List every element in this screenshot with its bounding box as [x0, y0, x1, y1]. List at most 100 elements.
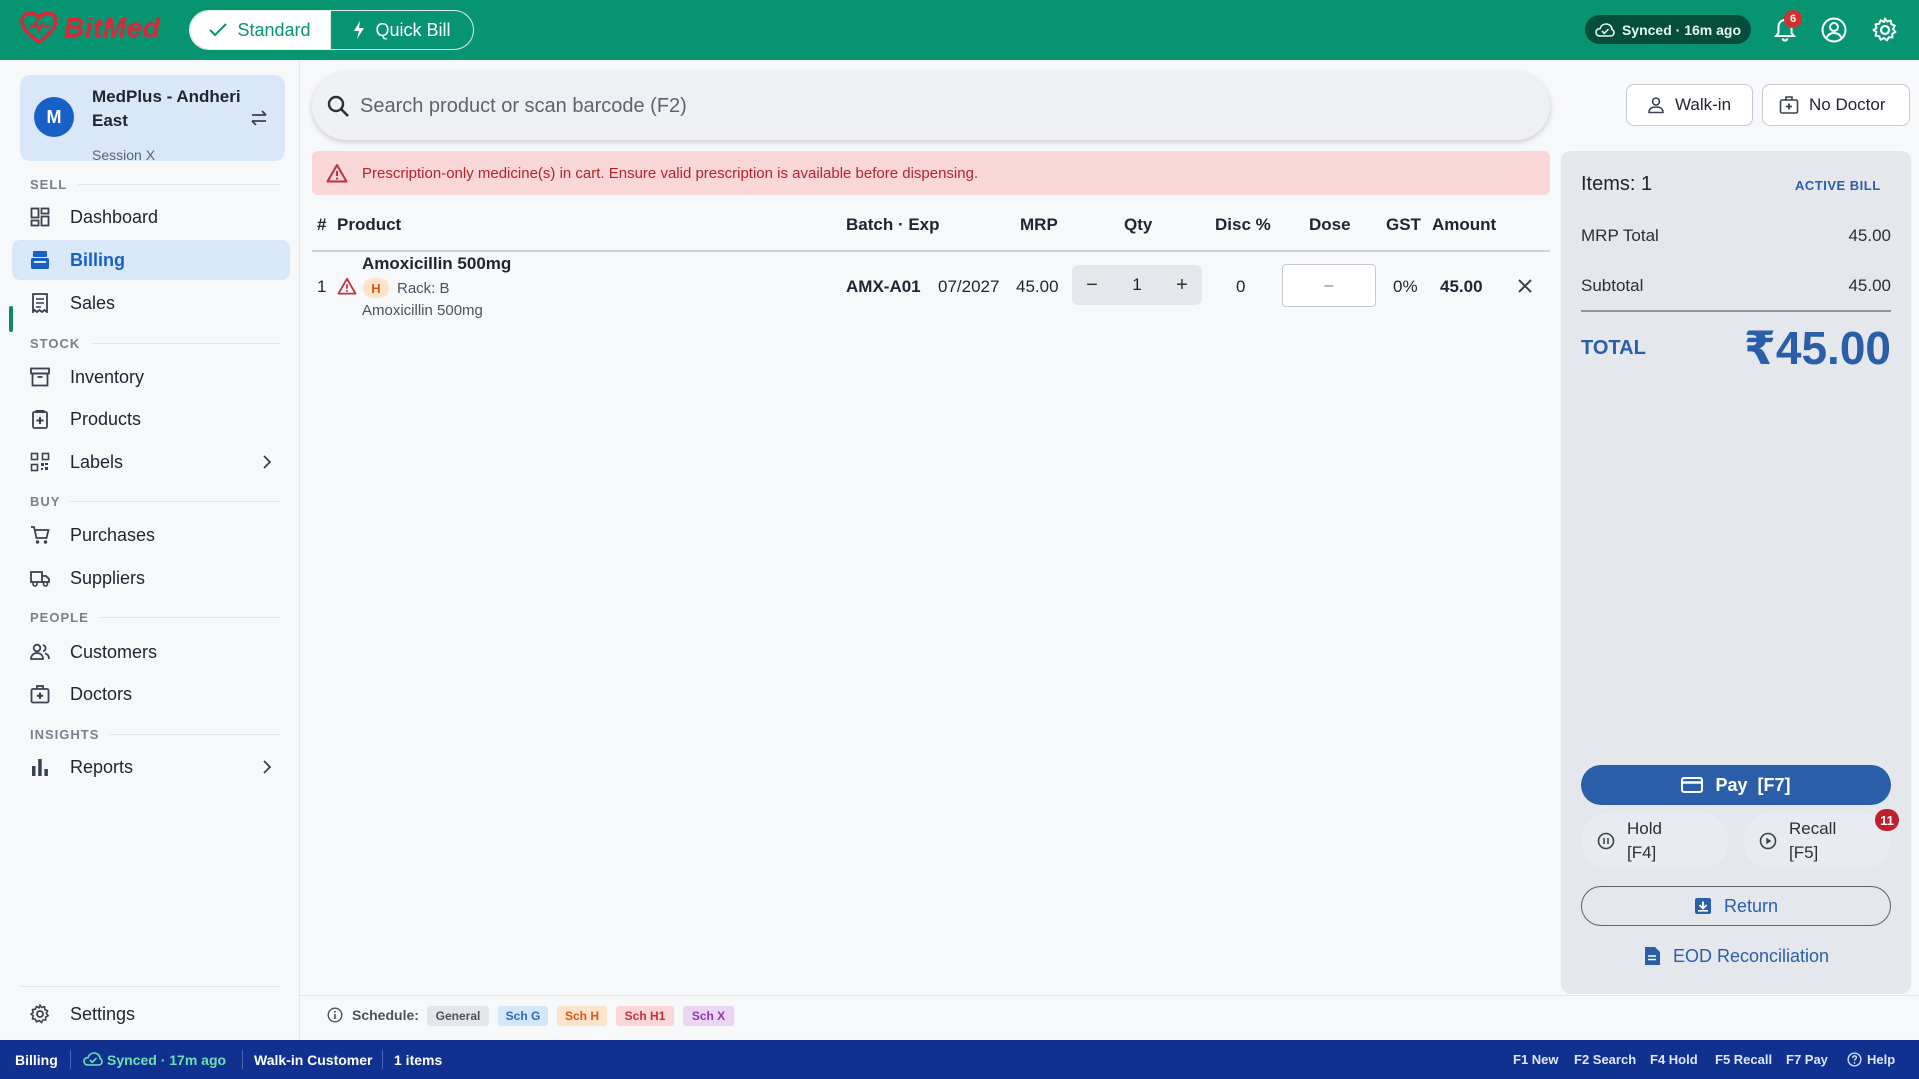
total-amount: ₹45.00 — [1743, 322, 1891, 374]
store-switcher[interactable]: M MedPlus - Andheri East Session X — [20, 75, 285, 163]
sidebar-item-label: Sales — [70, 292, 116, 313]
return-button[interactable]: Return — [1581, 886, 1891, 926]
logo-text: BitMed — [64, 12, 161, 43]
doctor-icon — [30, 685, 50, 704]
return-icon — [1694, 898, 1711, 914]
sidebar-item-settings[interactable]: Settings — [12, 994, 290, 1034]
row-index: 1 — [317, 277, 327, 296]
mode-standard-button[interactable]: Standard — [190, 11, 330, 49]
col-mrp: MRP — [1020, 215, 1058, 234]
sidebar-item-sales[interactable]: Sales — [12, 283, 290, 323]
shortcut-f2[interactable]: F2 Search — [1574, 1052, 1636, 1067]
mode-quick-bill-button[interactable]: Quick Bill — [330, 11, 473, 49]
walk-in-customer-button[interactable]: Walk-in — [1626, 84, 1753, 126]
sidebar-item-label: Billing — [70, 249, 125, 270]
doctor-select-button[interactable]: No Doctor — [1762, 84, 1910, 126]
shortcut-f4[interactable]: F4 Hold — [1650, 1052, 1698, 1067]
sidebar-item-suppliers[interactable]: Suppliers — [12, 558, 290, 598]
product-name: Amoxicillin 500mg — [362, 254, 512, 273]
status-page: Billing — [15, 1052, 58, 1068]
sidebar-item-doctors[interactable]: Doctors — [12, 674, 290, 714]
status-bar: Billing Synced · 17m ago Walk-in Custome… — [0, 1040, 1919, 1079]
truck-icon — [30, 571, 50, 587]
nav-section-insights: INSIGHTS — [30, 727, 100, 742]
sidebar-item-labels[interactable]: Labels — [12, 442, 290, 482]
sidebar-item-customers[interactable]: Customers — [12, 632, 290, 672]
sidebar-item-dashboard[interactable]: Dashboard — [12, 197, 290, 237]
info-icon — [327, 1007, 343, 1023]
store-avatar: M — [34, 97, 74, 137]
sidebar-item-label: Settings — [70, 1003, 136, 1024]
nav-section-sell: SELL — [30, 177, 68, 192]
help-icon[interactable] — [1847, 1052, 1862, 1067]
shortcut-f5[interactable]: F5 Recall — [1715, 1052, 1772, 1067]
sidebar-item-label: Doctors — [70, 683, 133, 704]
col-gst: GST — [1386, 215, 1421, 234]
col-qty: Qty — [1124, 215, 1153, 234]
cart-icon — [31, 526, 50, 544]
sidebar-item-products[interactable]: Products — [12, 399, 290, 439]
pay-button[interactable]: Pay [F7] — [1581, 765, 1891, 805]
mrp-total-label: MRP Total — [1581, 226, 1659, 245]
recall-button[interactable]: Recall [F5] — [1743, 813, 1891, 869]
expiry-date: 07/2027 — [938, 277, 1000, 296]
mrp-total-value: 45.00 — [1848, 226, 1891, 245]
col-index: # — [317, 215, 327, 234]
eod-reconciliation-button[interactable]: EOD Reconciliation — [1581, 936, 1891, 976]
account-button[interactable] — [1818, 14, 1850, 46]
sidebar-item-purchases[interactable]: Purchases — [12, 515, 290, 555]
chip-sch-h1: Sch H1 — [616, 1006, 674, 1026]
help-link[interactable]: Help — [1867, 1052, 1895, 1067]
nav-section-buy: BUY — [30, 494, 61, 509]
account-icon — [1821, 17, 1847, 43]
qty-increment-button[interactable]: + — [1168, 271, 1196, 299]
receipt-icon — [32, 293, 48, 313]
shortcut-f1[interactable]: F1 New — [1513, 1052, 1559, 1067]
chip-sch-x: Sch X — [683, 1006, 734, 1026]
prescription-alert: Prescription-only medicine(s) in cart. E… — [312, 151, 1550, 195]
discount-value[interactable]: 0 — [1236, 277, 1245, 297]
nav-section-people: PEOPLE — [30, 610, 89, 625]
divider — [70, 1050, 71, 1069]
status-items: 1 items — [394, 1052, 443, 1068]
sidebar-item-billing[interactable]: Billing — [12, 240, 290, 280]
recall-label: Recall [F5] — [1789, 819, 1837, 862]
qty-decrement-button[interactable]: − — [1078, 271, 1106, 299]
sidebar-item-label: Reports — [70, 756, 134, 777]
chevron-right-icon — [263, 455, 272, 469]
search-input[interactable] — [360, 86, 1520, 126]
status-customer: Walk-in Customer — [254, 1052, 373, 1068]
rack-label: Rack: B — [397, 280, 450, 297]
col-product: Product — [337, 215, 402, 234]
divider — [20, 986, 280, 987]
nav-section-stock: STOCK — [30, 336, 81, 351]
mrp-value: 45.00 — [1016, 277, 1059, 296]
divider — [1581, 310, 1891, 312]
chevron-right-icon — [263, 760, 272, 774]
sidebar-item-label: Purchases — [70, 524, 156, 545]
swap-icon[interactable] — [248, 109, 270, 127]
hold-button[interactable]: Hold [F4] — [1581, 813, 1729, 869]
amount-value: 45.00 — [1440, 277, 1483, 296]
settings-gear-button[interactable] — [1869, 14, 1901, 46]
shortcut-f7[interactable]: F7 Pay — [1786, 1052, 1828, 1067]
dose-input[interactable] — [1282, 264, 1376, 307]
sidebar-item-reports[interactable]: Reports — [12, 747, 290, 787]
no-doctor-label: No Doctor — [1809, 95, 1886, 114]
sync-status-pill[interactable]: Synced · 16m ago — [1585, 15, 1751, 44]
alert-text: Prescription-only medicine(s) in cart. E… — [362, 165, 979, 182]
schedule-legend: Schedule: General Sch G Sch H Sch H1 Sch… — [300, 995, 1919, 1039]
hold-label: Hold [F4] — [1627, 819, 1662, 862]
qty-value[interactable]: 1 — [1127, 275, 1147, 295]
sidebar-item-inventory[interactable]: Inventory — [12, 357, 290, 397]
product-search-bar[interactable] — [312, 72, 1550, 140]
card-icon — [1681, 777, 1704, 793]
total-label: TOTAL — [1581, 337, 1646, 359]
bitmed-logo[interactable]: BitMed — [20, 12, 160, 44]
close-icon[interactable] — [1517, 278, 1533, 294]
store-session: Session X — [92, 147, 156, 163]
schedule-badge: H — [363, 278, 389, 298]
mode-standard-label: Standard — [237, 19, 311, 40]
divider — [382, 1050, 383, 1069]
check-icon — [209, 23, 228, 37]
